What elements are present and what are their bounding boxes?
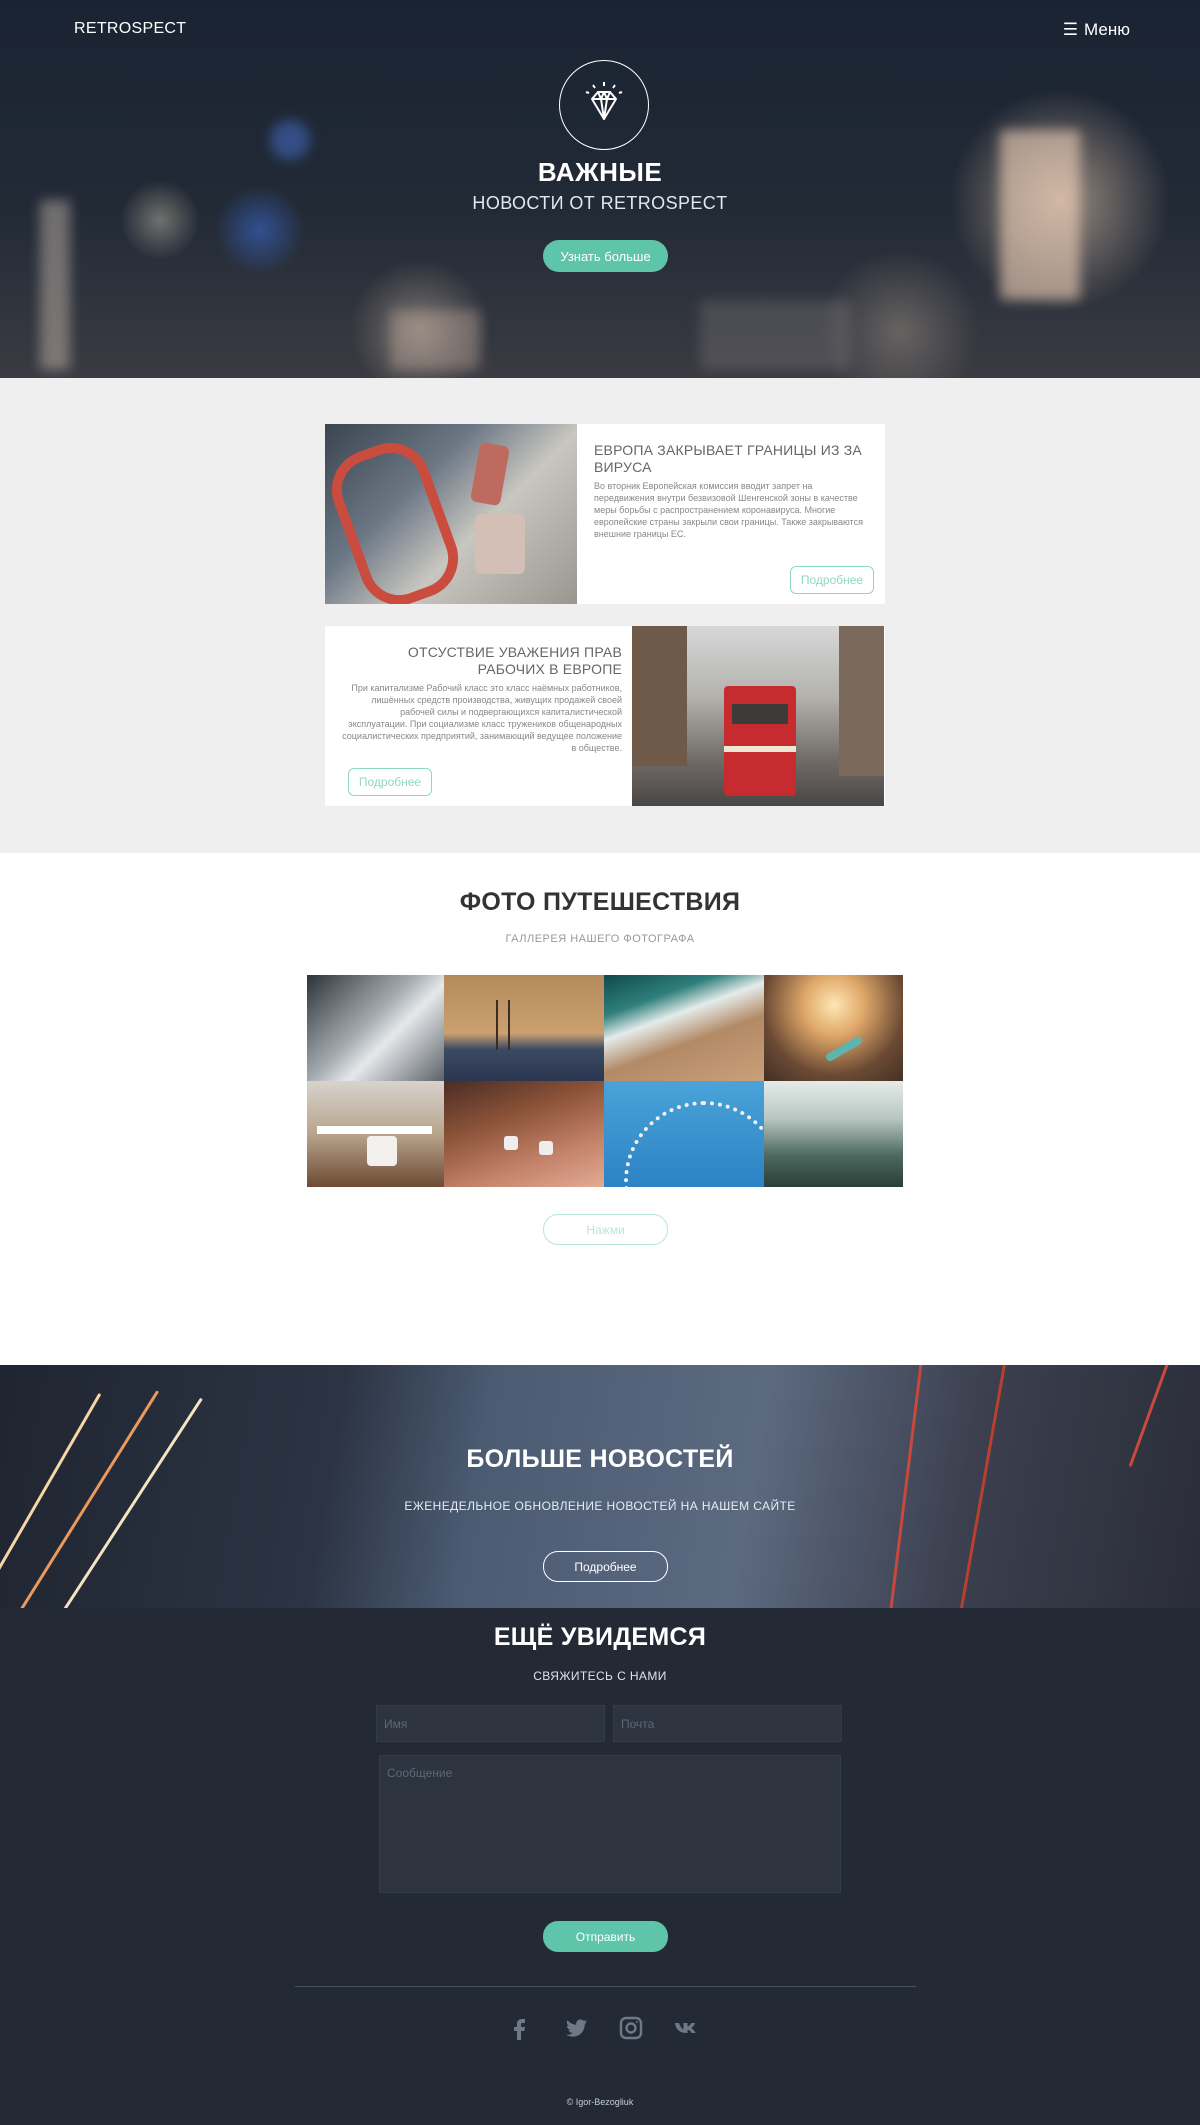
news-section: ЕВРОПА ЗАКРЫВАЕТ ГРАНИЦЫ ИЗ ЗА ВИРУСА Во… bbox=[0, 378, 1200, 853]
image-shape bbox=[539, 1141, 553, 1155]
news-card: ЕВРОПА ЗАКРЫВАЕТ ГРАНИЦЫ ИЗ ЗА ВИРУСА Во… bbox=[325, 424, 885, 604]
send-button[interactable]: Отправить bbox=[543, 1921, 668, 1952]
hero-bokeh bbox=[40, 200, 70, 370]
learn-more-button[interactable]: Узнать больше bbox=[543, 240, 668, 272]
twitter-icon[interactable] bbox=[563, 2015, 589, 2041]
light-streak bbox=[958, 1365, 1009, 1608]
instagram-icon[interactable] bbox=[618, 2015, 644, 2041]
gallery-photo-surfboard[interactable] bbox=[764, 975, 903, 1081]
more-news-section: БОЛЬШЕ НОВОСТЕЙ ЕЖЕНЕДЕЛЬНОЕ ОБНОВЛЕНИЕ … bbox=[0, 1365, 1200, 1608]
hero-bokeh bbox=[270, 120, 310, 160]
hamburger-icon: ☰ bbox=[1062, 20, 1079, 39]
image-shape bbox=[632, 626, 687, 766]
menu-button[interactable]: ☰ Меню bbox=[1063, 20, 1130, 40]
image-shape bbox=[367, 1136, 397, 1166]
light-streak bbox=[0, 1392, 102, 1603]
brand-logo[interactable]: RETROSPECT bbox=[74, 20, 186, 38]
hero-bokeh bbox=[700, 300, 850, 370]
contact-title: ЕЩЁ УВИДЕМСЯ bbox=[493, 1623, 707, 1651]
hero-section: RETROSPECT ☰ Меню ВАЖНЫЕ НОВОСТИ ОТ RETR… bbox=[0, 0, 1200, 378]
contact-section: ЕЩЁ УВИДЕМСЯ СВЯЖИТЕСЬ С НАМИ Отправить … bbox=[0, 1608, 1200, 2125]
image-shape bbox=[724, 686, 796, 796]
light-streak bbox=[888, 1365, 925, 1608]
image-shape bbox=[824, 1035, 864, 1063]
image-shape bbox=[470, 441, 510, 507]
news-body: Во вторник Европейская комиссия вводит з… bbox=[594, 481, 863, 539]
diamond-icon bbox=[559, 60, 649, 150]
more-news-title: БОЛЬШЕ НОВОСТЕЙ bbox=[466, 1445, 734, 1473]
name-field[interactable] bbox=[376, 1705, 605, 1742]
image-shape bbox=[724, 746, 796, 752]
copyright: © Igor-Bezogliuk bbox=[566, 2097, 634, 2107]
image-shape bbox=[839, 626, 884, 776]
image-shape bbox=[504, 1136, 518, 1150]
hero-subtitle: НОВОСТИ ОТ RETROSPECT bbox=[472, 193, 728, 213]
contact-subtitle: СВЯЖИТЕСЬ С НАМИ bbox=[533, 1669, 667, 1683]
news-more-button[interactable]: Подробнее bbox=[348, 768, 432, 796]
news-card: ОТСУСТВИЕ УВАЖЕНИЯ ПРАВ РАБОЧИХ В ЕВРОПЕ… bbox=[325, 626, 885, 806]
news-text: ОТСУСТВИЕ УВАЖЕНИЯ ПРАВ РАБОЧИХ В ЕВРОПЕ… bbox=[342, 644, 622, 754]
more-news-subtitle: ЕЖЕНЕДЕЛЬНОЕ ОБНОВЛЕНИЕ НОВОСТЕЙ НА НАШЕ… bbox=[404, 1499, 796, 1513]
hero-title: ВАЖНЫЕ bbox=[537, 157, 663, 187]
image-shape bbox=[732, 704, 788, 724]
hero-bokeh bbox=[1000, 130, 1080, 300]
menu-label: Меню bbox=[1084, 20, 1130, 39]
gallery-photo-waves[interactable] bbox=[604, 975, 764, 1081]
gallery-photo-sail[interactable] bbox=[307, 975, 444, 1081]
news-title[interactable]: ОТСУСТВИЕ УВАЖЕНИЯ ПРАВ РАБОЧИХ В ЕВРОПЕ bbox=[342, 644, 622, 678]
gallery-title: ФОТО ПУТЕШЕСТВИЯ bbox=[459, 888, 741, 916]
hero-bokeh bbox=[390, 310, 480, 370]
gallery-photo-ferris-wheel[interactable] bbox=[604, 1081, 764, 1187]
image-shape bbox=[496, 1000, 510, 1050]
image-shape bbox=[325, 431, 470, 604]
news-more-button[interactable]: Подробнее bbox=[790, 566, 874, 594]
image-shape bbox=[475, 514, 525, 574]
gallery-photo-dining[interactable] bbox=[307, 1081, 444, 1187]
news-body: При капитализме Рабочий класс это класс … bbox=[342, 683, 622, 753]
vk-icon[interactable] bbox=[673, 2015, 699, 2041]
social-links bbox=[507, 2015, 707, 2041]
gallery-subtitle: ГАЛЛЕРЕЯ НАШЕГО ФОТОГРАФА bbox=[505, 933, 695, 945]
gallery-photo-cups[interactable] bbox=[444, 1081, 604, 1187]
more-news-button[interactable]: Подробнее bbox=[543, 1551, 668, 1582]
news-image-tram bbox=[632, 626, 884, 806]
message-field[interactable] bbox=[379, 1755, 841, 1893]
footer-divider bbox=[295, 1986, 916, 1987]
photo-grid bbox=[307, 975, 903, 1187]
image-shape bbox=[624, 1101, 764, 1187]
image-shape bbox=[317, 1126, 432, 1134]
gallery-section: ФОТО ПУТЕШЕСТВИЯ ГАЛЛЕРЕЯ НАШЕГО ФОТОГРА… bbox=[0, 853, 1200, 1365]
gallery-click-button[interactable]: Нажми bbox=[543, 1214, 668, 1245]
facebook-icon[interactable] bbox=[507, 2015, 533, 2041]
news-title[interactable]: ЕВРОПА ЗАКРЫВАЕТ ГРАНИЦЫ ИЗ ЗА ВИРУСА bbox=[594, 442, 874, 476]
gallery-photo-lifeguard[interactable] bbox=[444, 975, 604, 1081]
gallery-photo-forest[interactable] bbox=[764, 1081, 903, 1187]
news-text: ЕВРОПА ЗАКРЫВАЕТ ГРАНИЦЫ ИЗ ЗА ВИРУСА Во… bbox=[594, 442, 874, 540]
email-field[interactable] bbox=[613, 1705, 842, 1742]
news-image-locks bbox=[325, 424, 577, 604]
